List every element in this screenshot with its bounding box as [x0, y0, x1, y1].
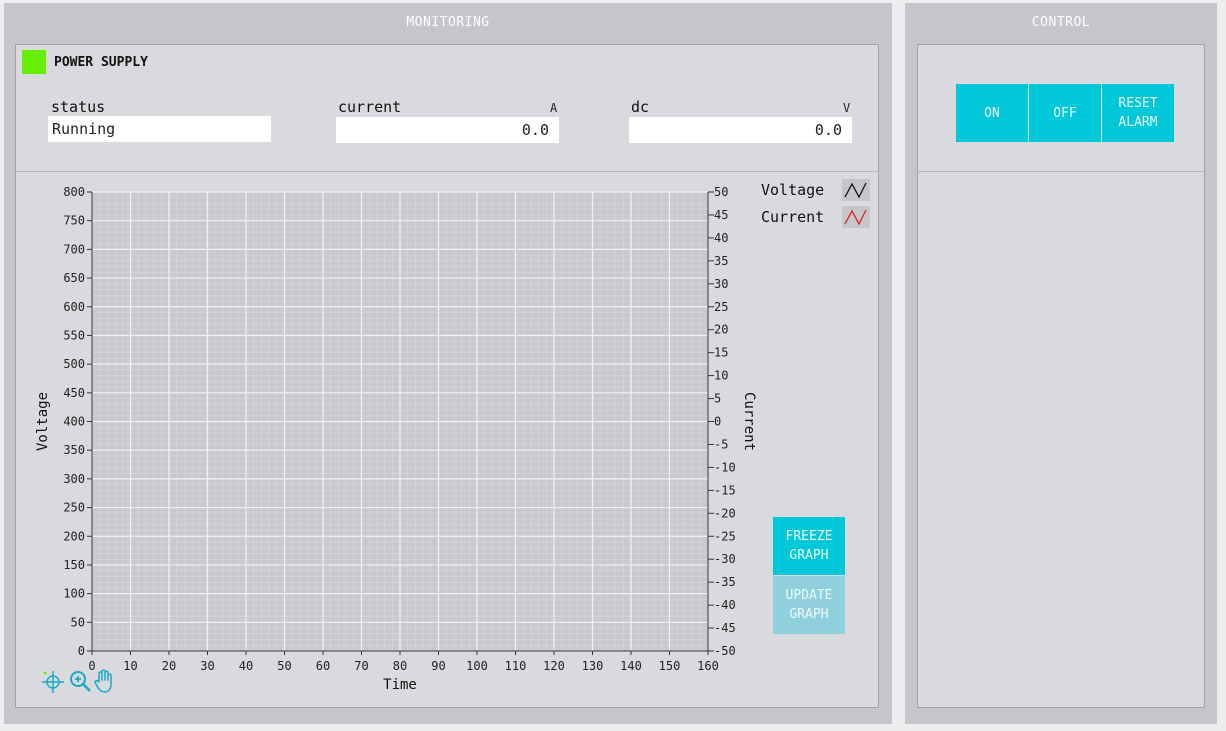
current-field: 0.0 — [336, 117, 559, 143]
monitoring-title: MONITORING — [406, 15, 490, 30]
y2-tick-label: -30 — [714, 552, 736, 566]
y2-tick-label: -25 — [714, 529, 736, 543]
y2-tick-label: 50 — [714, 185, 728, 199]
x-tick-label: 40 — [239, 659, 253, 673]
legend-voltage-label: Voltage — [761, 181, 825, 199]
y2-tick-label: -45 — [714, 621, 736, 635]
y2-tick-label: -35 — [714, 575, 736, 589]
y-tick-label: 350 — [63, 443, 85, 457]
x-tick-label: 20 — [162, 659, 176, 673]
x-tick-label: 30 — [200, 659, 214, 673]
y2-axis-title: Current — [741, 392, 757, 451]
legend-voltage-swatch[interactable] — [842, 179, 870, 201]
y2-tick-label: -10 — [714, 460, 736, 474]
y-tick-label: 650 — [63, 271, 85, 285]
y2-tick-label: -15 — [714, 483, 736, 497]
control-divider — [918, 171, 1204, 172]
legend-current-swatch[interactable] — [842, 206, 870, 228]
dc-field: 0.0 — [629, 117, 852, 143]
pan-hand-icon[interactable] — [92, 668, 118, 694]
y2-tick-label: -40 — [714, 598, 736, 612]
monitoring-panel: MONITORING POWER SUPPLY status Running c… — [4, 3, 892, 724]
x-tick-label: 90 — [431, 659, 445, 673]
y2-tick-label: 25 — [714, 300, 728, 314]
current-label: current — [338, 98, 402, 116]
dc-label: dc — [631, 98, 650, 116]
y-tick-label: 100 — [63, 587, 85, 601]
y2-tick-label: 30 — [714, 277, 728, 291]
y2-tick-label: 20 — [714, 323, 728, 337]
x-tick-label: 120 — [543, 659, 565, 673]
x-tick-label: 130 — [582, 659, 604, 673]
y-tick-label: 200 — [63, 529, 85, 543]
status-label: status — [51, 98, 106, 116]
y-tick-label: 700 — [63, 242, 85, 256]
freeze-graph-button[interactable]: FREEZE GRAPH — [773, 517, 845, 575]
dc-unit: V — [843, 101, 851, 115]
x-tick-label: 160 — [697, 659, 719, 673]
x-tick-label: 110 — [505, 659, 527, 673]
control-title: CONTROL — [1031, 15, 1091, 30]
y-tick-label: 400 — [63, 415, 85, 429]
y-tick-label: 300 — [63, 472, 85, 486]
zoom-in-icon[interactable] — [68, 669, 94, 695]
control-panel: CONTROL ON OFF RESET ALARM — [905, 3, 1217, 724]
crosshair-icon[interactable] — [40, 669, 66, 695]
y2-tick-label: 0 — [714, 415, 721, 429]
x-tick-label: 80 — [393, 659, 407, 673]
x-tick-label: 150 — [659, 659, 681, 673]
y2-tick-label: 10 — [714, 369, 728, 383]
y-tick-label: 0 — [78, 644, 85, 658]
y-tick-label: 450 — [63, 386, 85, 400]
x-tick-label: 50 — [277, 659, 291, 673]
legend-current-label: Current — [761, 208, 825, 226]
device-name: POWER SUPPLY — [54, 55, 148, 70]
y-tick-label: 50 — [71, 615, 85, 629]
x-tick-label: 60 — [316, 659, 330, 673]
y2-tick-label: -5 — [714, 437, 728, 451]
y2-tick-label: 40 — [714, 231, 728, 245]
y-tick-label: 750 — [63, 214, 85, 228]
x-tick-label: 10 — [123, 659, 137, 673]
y2-tick-label: -50 — [714, 644, 736, 658]
control-content: ON OFF RESET ALARM — [917, 44, 1205, 708]
y-tick-label: 500 — [63, 357, 85, 371]
y-tick-label: 550 — [63, 328, 85, 342]
y-tick-label: 150 — [63, 558, 85, 572]
y2-tick-label: -20 — [714, 506, 736, 520]
x-tick-label: 140 — [620, 659, 642, 673]
status-field: Running — [48, 116, 271, 142]
monitoring-content: POWER SUPPLY status Running current A 0.… — [15, 44, 879, 708]
reset-alarm-button[interactable]: RESET ALARM — [1102, 84, 1174, 142]
on-button[interactable]: ON — [956, 84, 1028, 142]
current-line-icon — [844, 209, 867, 226]
y2-tick-label: 35 — [714, 254, 728, 268]
x-tick-label: 70 — [354, 659, 368, 673]
y-tick-label: 600 — [63, 300, 85, 314]
y2-tick-label: 45 — [714, 208, 728, 222]
divider — [16, 171, 878, 172]
y-axis-title: Voltage — [35, 392, 51, 451]
voltage-current-chart[interactable]: 0501001502002503003504004505005506006507… — [16, 177, 776, 697]
y2-tick-label: 15 — [714, 346, 728, 360]
x-tick-label: 100 — [466, 659, 488, 673]
x-axis-title: Time — [383, 677, 417, 693]
y-tick-label: 250 — [63, 501, 85, 515]
y2-tick-label: 5 — [714, 392, 721, 406]
current-unit: A — [550, 101, 558, 115]
update-graph-button[interactable]: UPDATE GRAPH — [773, 576, 845, 634]
voltage-line-icon — [844, 182, 867, 199]
y-tick-label: 800 — [63, 185, 85, 199]
off-button[interactable]: OFF — [1029, 84, 1101, 142]
status-indicator — [22, 50, 46, 74]
